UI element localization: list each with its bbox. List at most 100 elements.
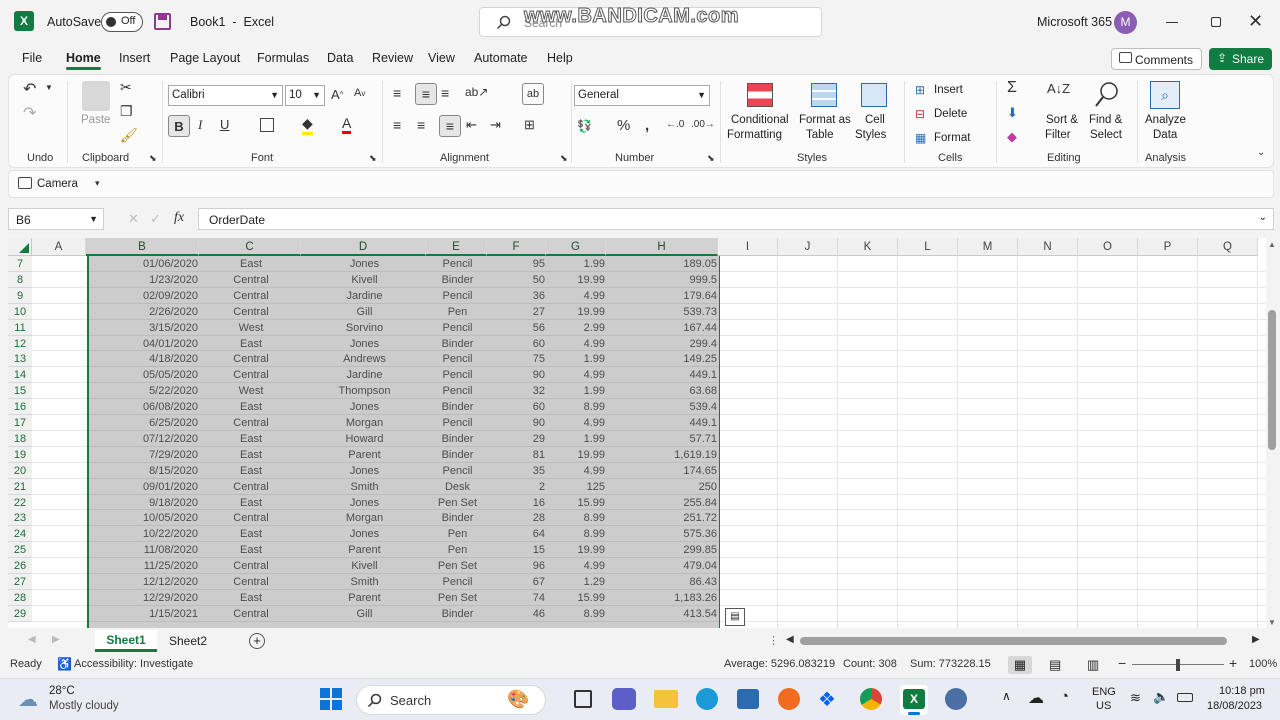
column-header-g[interactable]: G [546, 238, 606, 256]
clear-icon[interactable]: ◆ [1007, 129, 1017, 145]
fill-icon[interactable]: ⬇ [1007, 105, 1018, 121]
cell-cost[interactable]: 8.99 [547, 510, 607, 526]
cell-cost[interactable]: 4.99 [547, 463, 607, 479]
cell-units[interactable]: 15 [488, 542, 547, 558]
normal-view-icon[interactable]: ▦ [1008, 656, 1032, 674]
increase-decimal-icon[interactable]: ←.0 [666, 119, 684, 130]
cell-region[interactable]: West [200, 320, 302, 336]
table-label[interactable]: Table [806, 128, 834, 143]
cell-cost[interactable]: 15.99 [547, 590, 607, 606]
autosum-icon[interactable]: Σ [1007, 79, 1017, 97]
accessibility-status[interactable]: Accessibility: Investigate [74, 658, 193, 670]
underline-icon[interactable]: U [220, 117, 229, 132]
row-header[interactable]: 28 [8, 589, 32, 606]
cell-cost[interactable]: 8.99 [547, 526, 607, 542]
cell-units[interactable]: 81 [488, 447, 547, 463]
align-top-icon[interactable]: ≡ [393, 85, 401, 101]
cell-item[interactable]: Binder [427, 447, 488, 463]
column-header-f[interactable]: F [487, 238, 546, 256]
cell-rep[interactable]: Kivell [302, 558, 427, 574]
comma-style-icon[interactable]: , [645, 117, 649, 134]
number-launcher-icon[interactable]: ⬊ [707, 153, 715, 164]
cell-total[interactable]: 179.64 [607, 288, 719, 304]
cell-date[interactable]: 9/18/2020 [87, 495, 200, 511]
cell-total[interactable]: 539.4 [607, 399, 719, 415]
expand-formula-icon[interactable]: ⌄ [1259, 212, 1267, 223]
cell-units[interactable]: 36 [488, 288, 547, 304]
cell-date[interactable]: 1/23/2020 [87, 272, 200, 288]
cell-region[interactable]: East [200, 495, 302, 511]
add-sheet-icon[interactable]: + [249, 633, 265, 649]
accessibility-icon[interactable]: ♿ [57, 657, 72, 671]
cell-total[interactable]: 149.25 [607, 351, 719, 367]
cell-region[interactable]: East [200, 542, 302, 558]
cell-date[interactable]: 5/22/2020 [87, 383, 200, 399]
cell-item[interactable]: Binder [427, 399, 488, 415]
cell-rep[interactable]: Parent [302, 590, 427, 606]
comments-button[interactable]: Comments [1111, 48, 1202, 70]
camera-icon[interactable] [18, 177, 32, 189]
cell-total[interactable]: 63.68 [607, 383, 719, 399]
alignment-launcher-icon[interactable]: ⬊ [560, 153, 568, 164]
cell-total[interactable]: 250 [607, 479, 719, 495]
qat-customize-icon[interactable]: ▾ [95, 178, 100, 189]
autosave-toggle[interactable]: Off [101, 12, 143, 32]
zoom-out-icon[interactable]: − [1118, 655, 1126, 671]
cell-total[interactable]: 575.36 [607, 526, 719, 542]
row-header[interactable]: 25 [8, 542, 32, 559]
accounting-format-icon[interactable]: 💱 [577, 119, 592, 133]
cell-rep[interactable]: Gill [302, 304, 427, 320]
cell-total[interactable]: 299.85 [607, 542, 719, 558]
cell-units[interactable]: 27 [488, 304, 547, 320]
row-header[interactable]: 9 [8, 287, 32, 304]
cell-cost[interactable]: 4.99 [547, 367, 607, 383]
font-name-select[interactable]: Calibri ▼ [168, 85, 283, 106]
battery-icon[interactable] [1177, 693, 1193, 702]
cell-region[interactable]: Central [200, 288, 302, 304]
align-right-icon[interactable]: ≡ [439, 115, 461, 137]
cell-total[interactable]: 255.84 [607, 495, 719, 511]
cell-region[interactable]: East [200, 590, 302, 606]
cell-region[interactable]: Central [200, 367, 302, 383]
cell-rep[interactable]: Jones [302, 399, 427, 415]
cell-item[interactable]: Pen [427, 542, 488, 558]
sheet-tab-sheet2[interactable]: Sheet2 [169, 634, 207, 648]
cell-cost[interactable]: 8.99 [547, 606, 607, 622]
edge-icon[interactable] [696, 688, 718, 710]
cell-date[interactable]: 09/01/2020 [87, 479, 200, 495]
decrease-decimal-icon[interactable]: .00→ [691, 119, 715, 130]
tray-overflow-icon[interactable]: ∧ [1002, 689, 1011, 703]
sort-label[interactable]: Sort & [1046, 113, 1078, 128]
cell-units[interactable]: 60 [488, 399, 547, 415]
search-box[interactable]: Search www.BANDICAM.com [479, 5, 822, 37]
cell-total[interactable]: 539.73 [607, 304, 719, 320]
cell-region[interactable]: Central [200, 415, 302, 431]
undo-dropdown-icon[interactable]: ▼ [45, 83, 53, 92]
cell-units[interactable]: 32 [488, 383, 547, 399]
file-explorer-icon[interactable] [654, 690, 678, 708]
cell-cost[interactable]: 19.99 [547, 447, 607, 463]
column-header-h[interactable]: H [606, 238, 718, 256]
cell-total[interactable]: 167.44 [607, 320, 719, 336]
cell-rep[interactable]: Jardine [302, 367, 427, 383]
align-center-icon[interactable]: ≡ [417, 117, 425, 133]
clock-time[interactable]: 10:18 pm [1219, 685, 1265, 697]
select-all-corner[interactable] [8, 238, 32, 256]
cell-total[interactable]: 299.4 [607, 336, 719, 352]
column-header-i[interactable]: I [718, 238, 778, 256]
weather-temp[interactable]: 28°C [49, 685, 75, 697]
conditional-formatting-icon[interactable] [747, 83, 773, 107]
weather-desc[interactable]: Mostly cloudy [49, 700, 119, 712]
cell-item[interactable]: Binder [427, 431, 488, 447]
format-as-table-icon[interactable] [811, 83, 837, 107]
cell-date[interactable]: 04/01/2020 [87, 336, 200, 352]
cell-total[interactable]: 999.5 [607, 272, 719, 288]
analyze-label[interactable]: Analyze [1145, 113, 1186, 128]
cell-date[interactable]: 2/26/2020 [87, 304, 200, 320]
cell-date[interactable]: 6/25/2020 [87, 415, 200, 431]
status-sum[interactable]: Sum: 773228.15 [910, 658, 991, 670]
cell-cost[interactable]: 19.99 [547, 304, 607, 320]
cell-cost[interactable]: 125 [547, 479, 607, 495]
cell-cost[interactable]: 4.99 [547, 336, 607, 352]
tab-review[interactable]: Review [372, 51, 413, 65]
